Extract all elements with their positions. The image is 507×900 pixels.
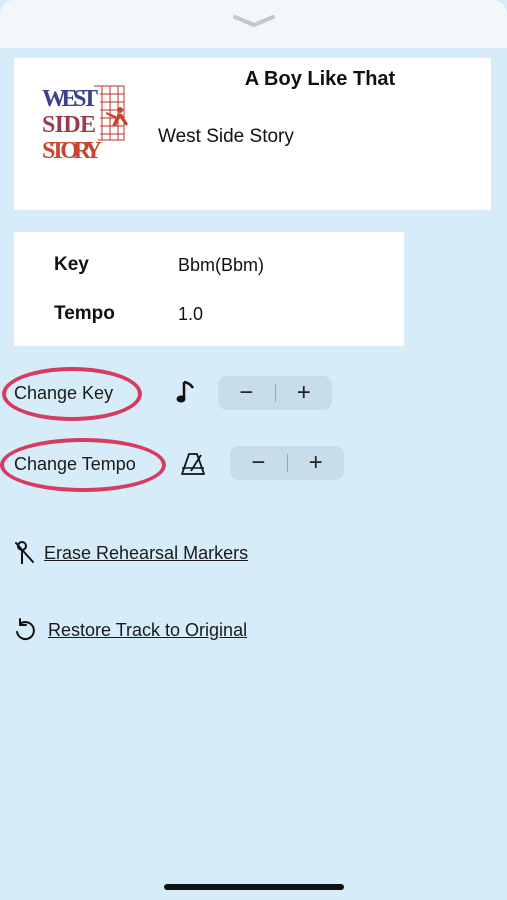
home-indicator [164, 884, 344, 890]
marker-pin-slash-icon [15, 541, 34, 564]
key-increment-button[interactable]: + [276, 376, 333, 410]
erase-rehearsal-markers-link[interactable]: Erase Rehearsal Markers [44, 543, 248, 564]
change-tempo-label: Change Tempo [14, 454, 136, 474]
tempo-stepper[interactable]: − + [230, 446, 344, 480]
metronome-icon [181, 453, 205, 475]
tempo-label: Tempo [54, 303, 115, 324]
key-decrement-button[interactable]: − [218, 376, 275, 410]
album-artwork: WEST SIDE STORY [40, 80, 132, 164]
key-value: Bbm(Bbm) [178, 255, 265, 275]
key-label: Key [54, 254, 89, 275]
tempo-value: 1.0 [178, 304, 204, 324]
tempo-increment-button[interactable]: + [288, 446, 345, 480]
artwork-word-story: STORY [42, 138, 102, 164]
song-info-card: Key Bbm(Bbm) Tempo 1.0 [14, 232, 404, 346]
sheet-header [0, 0, 507, 48]
change-key-label: Change Key [14, 383, 114, 403]
artwork-word-west: WEST [42, 86, 98, 112]
music-note-icon [176, 380, 195, 403]
song-subtitle: West Side Story [158, 126, 294, 147]
artwork-word-side: SIDE [42, 112, 96, 138]
chevron-down-icon[interactable] [232, 14, 276, 28]
restore-track-link[interactable]: Restore Track to Original [48, 620, 247, 641]
song-card: WEST SIDE STORY A Boy Like That West Sid… [14, 58, 491, 210]
tempo-decrement-button[interactable]: − [230, 446, 287, 480]
key-stepper[interactable]: − + [218, 376, 332, 410]
song-title: A Boy Like That [244, 68, 396, 90]
restore-arrow-icon [16, 618, 35, 641]
